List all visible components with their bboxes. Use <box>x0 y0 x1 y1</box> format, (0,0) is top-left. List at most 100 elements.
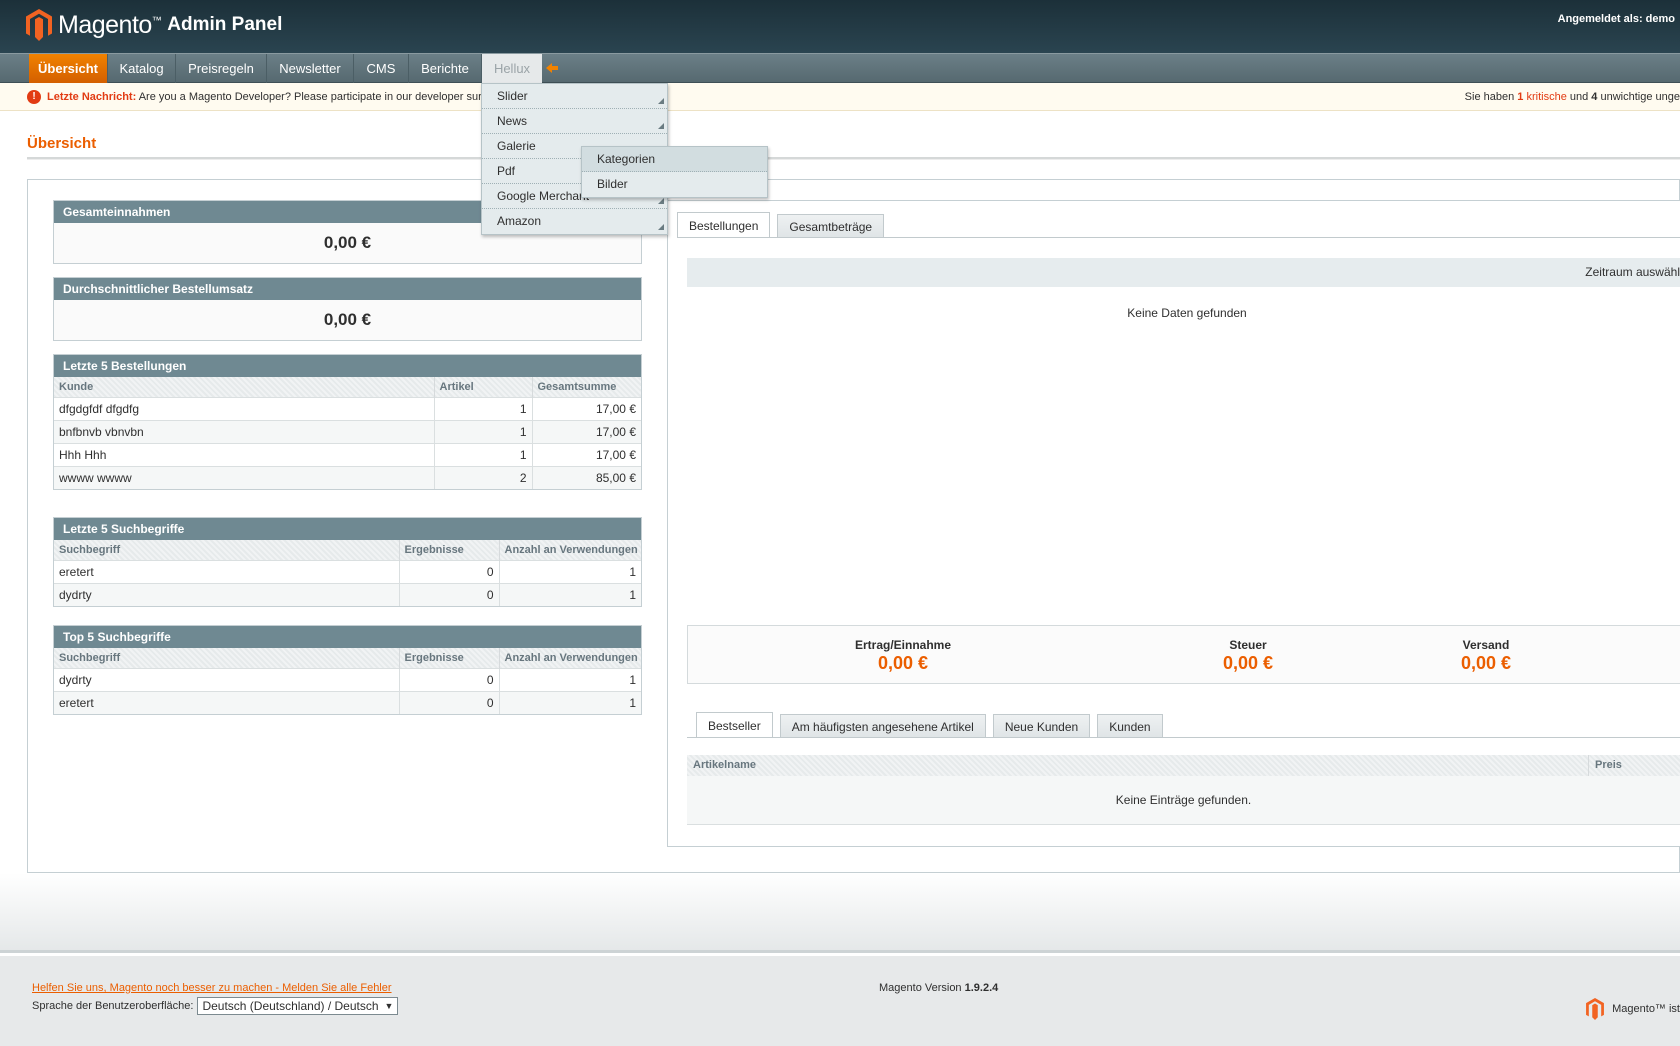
search-term-cell: dydrty <box>54 667 400 691</box>
total-shipping: Versand 0,00 € <box>1426 638 1546 674</box>
critical-link[interactable]: kritische <box>1526 91 1566 103</box>
submenu-indicator-icon <box>658 98 664 104</box>
magento-logo-icon <box>26 9 52 41</box>
latest-message-label: Letzte Nachricht: <box>47 91 137 103</box>
table-row[interactable]: Hhh Hhh 1 17,00 € <box>54 442 641 466</box>
submenu-indicator-icon <box>658 198 664 204</box>
customer-cell: dfgdgfdf dfgdfg <box>54 396 435 420</box>
column-header[interactable]: Anzahl an Verwendungen <box>499 540 641 560</box>
average-order-title: Durchschnittlicher Bestellumsatz <box>54 278 641 300</box>
language-row: Sprache der Benutzeroberfläche: Deutsch … <box>32 997 399 1015</box>
total-revenue: Ertrag/Einnahme 0,00 € <box>813 638 993 674</box>
nav-item-hellux[interactable]: Hellux <box>482 54 542 83</box>
language-label: Sprache der Benutzeroberfläche: <box>32 1000 194 1012</box>
brand-name: Magento™ <box>58 10 162 39</box>
page-title: Übersicht <box>27 135 97 152</box>
uses-cell: 1 <box>499 667 641 691</box>
total-tax: Steuer 0,00 € <box>1188 638 1308 674</box>
magento-logo-icon <box>1586 998 1605 1020</box>
critical-count[interactable]: 1 <box>1517 91 1523 103</box>
brand-subtitle: Admin Panel <box>167 14 283 35</box>
menu-item-slider[interactable]: Slider <box>482 84 667 109</box>
uses-cell: 1 <box>499 690 641 714</box>
column-header[interactable]: Suchbegriff <box>54 648 400 668</box>
tab-gesamtbetraege[interactable]: Gesamtbeträge <box>777 214 885 238</box>
footer-brand: Magento™ ist <box>1585 998 1680 1020</box>
column-header[interactable]: Preis <box>1595 755 1622 776</box>
menu-item-amazon[interactable]: Amazon <box>482 209 667 234</box>
bestseller-empty-message: Keine Einträge gefunden. <box>687 776 1680 825</box>
customer-cell: wwww wwww <box>54 465 435 489</box>
table-row[interactable]: dydrty 0 1 <box>54 667 641 691</box>
tab-customers[interactable]: Kunden <box>1097 714 1163 738</box>
chevron-down-icon: ▼ <box>384 1001 394 1011</box>
tab-bestseller[interactable]: Bestseller <box>696 712 773 738</box>
search-term-cell: eretert <box>54 690 400 714</box>
latest-message: Letzte Nachricht: Are you a Magento Deve… <box>47 83 482 111</box>
column-header[interactable]: Gesamtsumme <box>532 377 641 397</box>
customer-cell: Hhh Hhh <box>54 442 435 466</box>
galerie-submenu: Kategorien Bilder <box>581 146 768 198</box>
magento-logo[interactable]: Magento™ Admin Panel <box>26 9 282 41</box>
table-row[interactable]: eretert 0 1 <box>54 559 641 583</box>
column-divider <box>1588 755 1589 776</box>
login-info: Angemeldet als: demo <box>1557 13 1675 25</box>
tab-divider <box>687 737 1680 738</box>
tab-new-customers[interactable]: Neue Kunden <box>992 714 1091 738</box>
minor-count[interactable]: 4 <box>1591 91 1597 103</box>
tab-bestellungen[interactable]: Bestellungen <box>677 212 771 238</box>
last-searches-title: Letzte 5 Suchbegriffe <box>54 518 641 540</box>
column-header[interactable]: Kunde <box>54 377 435 397</box>
language-select[interactable]: Deutsch (Deutschland) / Deutsch ▼ <box>197 997 399 1015</box>
nav-item-uebersicht[interactable]: Übersicht <box>29 54 108 83</box>
table-row[interactable]: dfgdgfdf dfgdfg 1 17,00 € <box>54 396 641 420</box>
submenu-indicator-icon <box>658 123 664 129</box>
search-term-cell: dydrty <box>54 582 400 606</box>
tab-most-viewed[interactable]: Am häufigsten angesehene Artikel <box>779 714 986 738</box>
latest-message-text[interactable]: Are you a Magento Developer? Please part… <box>139 91 482 103</box>
total-label: Steuer <box>1229 638 1267 652</box>
total-value: 0,00 € <box>1460 653 1512 673</box>
customer-cell: bnfbnvb vbnvbn <box>54 419 435 443</box>
nav-item-berichte[interactable]: Berichte <box>409 54 482 83</box>
total-cell: 17,00 € <box>532 419 641 443</box>
table-row[interactable]: dydrty 0 1 <box>54 582 641 606</box>
nav-item-katalog[interactable]: Katalog <box>108 54 176 83</box>
nav-item-preisregeln[interactable]: Preisregeln <box>176 54 267 83</box>
menu-item-bilder[interactable]: Bilder <box>582 172 767 197</box>
menu-item-kategorien[interactable]: Kategorien <box>582 147 767 172</box>
column-header[interactable]: Anzahl an Verwendungen <box>499 648 641 668</box>
column-header[interactable]: Artikelname <box>693 755 756 776</box>
notification-summary: Sie haben 1 kritische und 4 unwichtige u… <box>1464 91 1680 103</box>
results-cell: 0 <box>399 690 500 714</box>
top-searches-title: Top 5 Suchbegriffe <box>54 626 641 648</box>
notification-bar: ! Letzte Nachricht: Are you a Magento De… <box>0 83 1680 111</box>
footer-separator <box>0 873 1680 953</box>
column-header[interactable]: Suchbegriff <box>54 540 400 560</box>
table-row[interactable]: bnfbnvb vbnvbn 1 17,00 € <box>54 419 641 443</box>
column-header[interactable]: Ergebnisse <box>399 540 500 560</box>
period-selector[interactable]: Zeitraum auswähl <box>687 258 1680 287</box>
uses-cell: 1 <box>499 582 641 606</box>
arrow-left-icon[interactable] <box>545 61 559 75</box>
main-nav: Übersicht Katalog Preisregeln Newsletter… <box>0 53 1680 83</box>
last-orders-table: Kunde Artikel Gesamtsumme dfgdgfdf dfgdf… <box>54 377 641 489</box>
items-cell: 2 <box>434 465 533 489</box>
items-cell: 1 <box>434 442 533 466</box>
table-row[interactable]: eretert 0 1 <box>54 690 641 714</box>
title-divider <box>27 157 1680 160</box>
average-order-value: 0,00 € <box>54 300 641 340</box>
table-row[interactable]: wwww wwww 2 85,00 € <box>54 465 641 489</box>
nav-item-cms[interactable]: CMS <box>354 54 409 83</box>
alert-icon: ! <box>27 90 41 104</box>
total-cell: 17,00 € <box>532 442 641 466</box>
nav-item-newsletter[interactable]: Newsletter <box>267 54 354 83</box>
column-header[interactable]: Ergebnisse <box>399 648 500 668</box>
menu-item-news[interactable]: News <box>482 109 667 134</box>
column-header[interactable]: Artikel <box>434 377 533 397</box>
total-cell: 85,00 € <box>532 465 641 489</box>
bug-report-link[interactable]: Helfen Sie uns, Magento noch besser zu m… <box>32 982 392 994</box>
total-value: 0,00 € <box>1222 653 1274 673</box>
tab-divider <box>677 237 1680 238</box>
average-order-box: Durchschnittlicher Bestellumsatz 0,00 € <box>53 277 642 341</box>
